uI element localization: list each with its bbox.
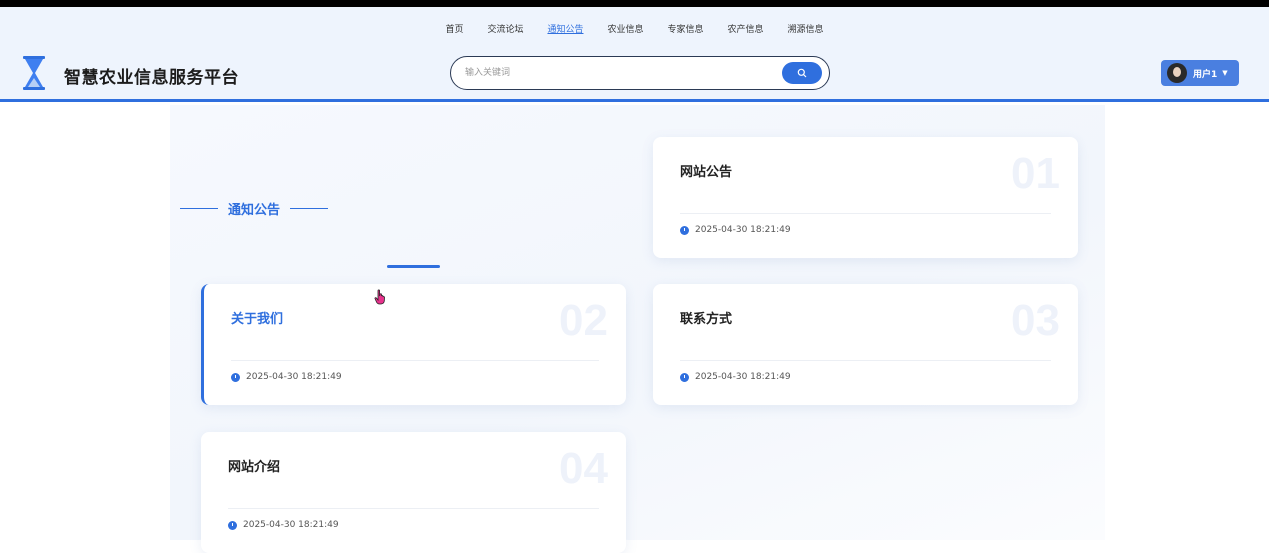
card-divider [680,360,1051,361]
clock-icon [680,225,689,235]
nav-item-products[interactable]: 农产信息 [728,24,764,36]
card-date-text: 2025-04-30 18:21:49 [695,372,791,382]
card-number: 03 [1011,296,1060,345]
hourglass-icon[interactable] [21,56,47,90]
card-date: 2025-04-30 18:21:49 [680,372,791,382]
section-title: 通知公告 [228,203,281,218]
card-divider [231,360,599,361]
nav-item-traceability[interactable]: 溯源信息 [788,24,824,36]
card-date: 2025-04-30 18:21:49 [231,372,342,382]
card-title[interactable]: 关于我们 [231,308,283,327]
top-black-bar [0,0,1269,7]
main-nav: 首页 交流论坛 通知公告 农业信息 专家信息 农产信息 溯源信息 [0,24,1269,36]
section-underline [387,265,440,268]
card-date: 2025-04-30 18:21:49 [680,225,791,235]
nav-item-agri-info[interactable]: 农业信息 [607,24,643,36]
site-header: 首页 交流论坛 通知公告 农业信息 专家信息 农产信息 溯源信息 智慧农业信息服… [0,7,1269,102]
search-input[interactable] [465,65,765,81]
notice-card[interactable]: 02 关于我们 2025-04-30 18:21:49 [201,284,626,405]
card-date-text: 2025-04-30 18:21:49 [246,372,342,382]
hand-pointer-icon [374,289,385,305]
nav-item-home[interactable]: 首页 [445,24,463,36]
divider-line [180,207,218,210]
notice-card[interactable]: 03 联系方式 2025-04-30 18:21:49 [653,284,1078,405]
section-heading: 通知公告 [180,199,329,218]
user-name: 用户1 [1193,69,1218,80]
clock-icon [231,372,240,382]
card-divider [228,508,599,509]
card-number: 01 [1011,149,1060,198]
search-bar [450,56,830,90]
card-title[interactable]: 联系方式 [680,308,732,327]
card-date-text: 2025-04-30 18:21:49 [243,520,339,530]
card-date: 2025-04-30 18:21:49 [228,520,339,530]
notice-card[interactable]: 01 网站公告 2025-04-30 18:21:49 [653,137,1078,258]
search-icon [797,68,807,78]
site-title[interactable]: 智慧农业信息服务平台 [64,63,239,88]
card-date-text: 2025-04-30 18:21:49 [695,225,791,235]
search-button[interactable] [782,62,822,84]
card-number: 04 [559,444,608,493]
nav-item-forum[interactable]: 交流论坛 [487,24,523,36]
card-divider [680,213,1051,214]
divider-line [290,207,329,210]
card-number: 02 [559,296,608,345]
clock-icon [680,372,689,382]
card-title[interactable]: 网站公告 [680,161,732,180]
user-menu-button[interactable]: 用户1 ▼ [1161,60,1239,86]
clock-icon [228,520,237,530]
nav-item-experts[interactable]: 专家信息 [668,24,704,36]
chevron-down-icon: ▼ [1222,69,1228,77]
nav-item-notices[interactable]: 通知公告 [547,24,583,36]
avatar [1167,63,1187,83]
card-title[interactable]: 网站介绍 [228,456,280,475]
notice-card[interactable]: 04 网站介绍 2025-04-30 18:21:49 [201,432,626,553]
